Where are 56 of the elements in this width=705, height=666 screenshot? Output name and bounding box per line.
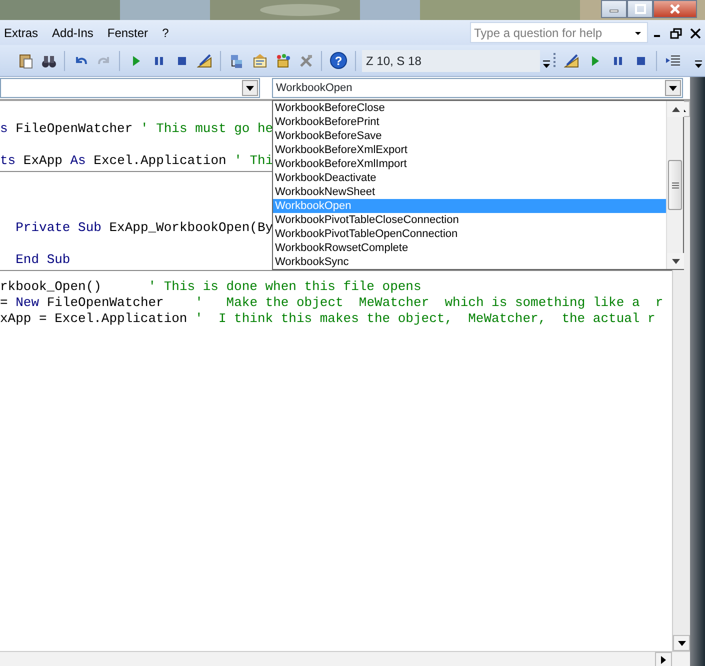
toolbar-grip-icon[interactable]	[553, 52, 556, 70]
code-keyword: s	[0, 121, 8, 136]
object-browser-icon[interactable]	[274, 52, 290, 68]
list-scrollbar[interactable]	[666, 101, 683, 269]
scroll-down-icon[interactable]	[672, 258, 680, 264]
code-keyword: New	[16, 295, 40, 310]
code-keyword: End Sub	[16, 252, 70, 267]
help-search-field[interactable]: Type a question for help	[470, 22, 648, 43]
cursor-position: Z 10, S 18	[362, 50, 540, 72]
close-icon	[669, 4, 681, 14]
toolbox-icon[interactable]	[298, 52, 314, 68]
code-text: FileOpenWatcher	[46, 295, 164, 310]
code-comment: ' This is done when this file opens	[148, 279, 422, 294]
code-text: Excel.Application	[94, 153, 226, 168]
restore-icon[interactable]	[670, 28, 682, 39]
minimize-button[interactable]	[601, 0, 627, 18]
code-comment: ' I think this makes the object, MeWatcher, the actual r	[195, 311, 656, 326]
code-keyword: Private Sub	[16, 220, 102, 235]
properties-icon[interactable]	[252, 52, 268, 68]
project-explorer-icon[interactable]	[228, 52, 244, 68]
menu-item[interactable]: Extras	[0, 22, 42, 44]
code-text: =	[0, 295, 8, 310]
maximize-icon	[634, 4, 646, 14]
menu-item[interactable]: Add-Ins	[48, 22, 98, 44]
dropdown-button[interactable]	[665, 80, 681, 96]
code-keyword: As	[70, 153, 86, 168]
code-text: rkbook_Open()	[0, 279, 102, 294]
code-text: FileOpenWatcher	[16, 121, 133, 136]
horizontal-scrollbar[interactable]	[0, 651, 690, 666]
dropdown-value: WorkbookOpen	[275, 80, 352, 96]
indent-icon[interactable]	[664, 52, 680, 68]
scroll-down-icon[interactable]	[678, 640, 686, 646]
caret-icon	[669, 86, 677, 90]
grip-icon	[672, 182, 678, 188]
scroll-thumb[interactable]	[668, 160, 682, 210]
menu-item[interactable]: ?	[158, 22, 173, 44]
dropdown-button[interactable]	[242, 80, 258, 96]
close-icon[interactable]	[690, 28, 701, 39]
caret-icon	[246, 86, 254, 90]
code-comment: ' Make the object MeWatcher which is something like a r	[195, 295, 664, 310]
menu-item[interactable]: Fenster	[103, 22, 152, 44]
scroll-up-icon[interactable]	[672, 106, 680, 112]
design-mode-icon[interactable]	[196, 52, 212, 68]
close-button[interactable]	[653, 0, 697, 18]
maximize-button[interactable]	[627, 0, 653, 18]
code-comment: ' This must go he	[140, 121, 274, 136]
code-text: xApp = Excel.Application	[0, 311, 188, 326]
code-text: ExApp	[23, 153, 62, 168]
code-comment: ' Thi	[234, 153, 274, 168]
code-keyword: ts	[0, 153, 16, 168]
procedure-dropdown[interactable]: WorkbookOpen	[272, 78, 683, 98]
help-button[interactable]: ?	[330, 52, 347, 69]
code-text: ExApp_WorkbookOpen(By	[109, 220, 274, 235]
scroll-right-icon[interactable]	[661, 656, 666, 664]
paste-icon[interactable]	[18, 52, 34, 68]
design-mode-icon[interactable]	[564, 52, 580, 68]
